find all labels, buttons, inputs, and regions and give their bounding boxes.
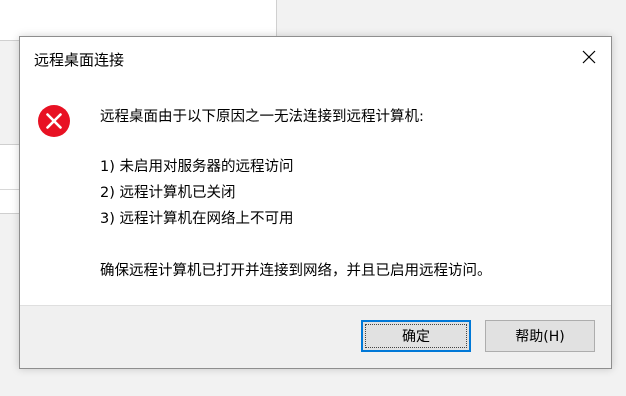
error-message-advice: 确保远程计算机已打开并连接到网络，并且已启用远程访问。 (100, 263, 492, 279)
ok-button[interactable]: 确定 (361, 320, 471, 352)
reason-item: 1) 未启用对服务器的远程访问 (100, 159, 294, 175)
reason-item: 3) 远程计算机在网络上不可用 (100, 211, 294, 227)
close-button[interactable] (571, 41, 607, 73)
help-button-label: 帮助(H) (515, 329, 565, 345)
error-dialog: 远程桌面连接 远程桌面由于以下原因之一无法连接到远程计算机: 1) 未启用对服务… (19, 36, 612, 369)
dialog-titlebar[interactable]: 远程桌面连接 (20, 37, 611, 79)
error-message-intro: 远程桌面由于以下原因之一无法连接到远程计算机: (100, 109, 424, 125)
close-icon (582, 50, 596, 64)
reason-item: 2) 远程计算机已关闭 (100, 185, 236, 201)
dialog-footer: 确定 帮助(H) (20, 305, 611, 368)
focus-indicator (365, 324, 467, 348)
dialog-title: 远程桌面连接 (34, 51, 125, 69)
background-window (0, 0, 277, 41)
dialog-content: 远程桌面由于以下原因之一无法连接到远程计算机: 1) 未启用对服务器的远程访问 … (20, 79, 611, 303)
help-button[interactable]: 帮助(H) (485, 320, 595, 352)
error-icon (38, 105, 70, 137)
